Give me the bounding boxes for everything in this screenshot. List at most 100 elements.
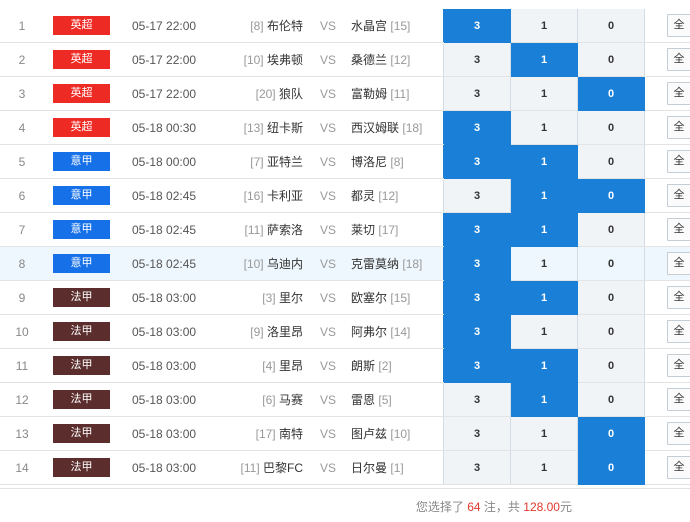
- league-cell: 意甲: [44, 179, 120, 213]
- select-all-button[interactable]: 全: [667, 14, 690, 37]
- odd-win-button[interactable]: 3: [444, 315, 511, 349]
- odd-draw-button[interactable]: 1: [511, 383, 578, 417]
- select-all-cell: 全: [645, 281, 690, 315]
- select-all-button[interactable]: 全: [667, 388, 690, 411]
- select-all-button[interactable]: 全: [667, 320, 690, 343]
- match-table-body: 1英超05-17 22:00[8] 布伦特VS水晶宫 [15]310全2英超05…: [0, 9, 690, 485]
- away-team: 富勒姆: [351, 87, 387, 101]
- bet-count: 64: [467, 500, 480, 514]
- select-all-button[interactable]: 全: [667, 456, 690, 479]
- odd-draw-button[interactable]: 1: [511, 315, 578, 349]
- league-badge[interactable]: 英超: [53, 118, 110, 137]
- odd-lose-button[interactable]: 0: [578, 349, 645, 383]
- odd-win-button[interactable]: 3: [444, 111, 511, 145]
- selection-summary: 您选择了 64 注，共 128.00元: [416, 498, 572, 515]
- match-selection-panel: 1英超05-17 22:00[8] 布伦特VS水晶宫 [15]310全2英超05…: [0, 0, 690, 521]
- odd-win-button[interactable]: 3: [444, 145, 511, 179]
- odd-lose-button[interactable]: 0: [578, 281, 645, 315]
- odd-win-button[interactable]: 3: [444, 43, 511, 77]
- league-badge[interactable]: 意甲: [53, 186, 110, 205]
- away-rank: [14]: [390, 325, 410, 339]
- vs-label: VS: [311, 417, 345, 451]
- odd-lose-button[interactable]: 0: [578, 451, 645, 485]
- select-all-button[interactable]: 全: [667, 184, 690, 207]
- odd-win-button[interactable]: 3: [444, 247, 511, 281]
- odd-lose-button[interactable]: 0: [578, 43, 645, 77]
- home-team-cell: [8] 布伦特: [227, 9, 311, 43]
- odd-draw-button[interactable]: 1: [511, 349, 578, 383]
- vs-label: VS: [311, 111, 345, 145]
- select-all-button[interactable]: 全: [667, 116, 690, 139]
- summary-prefix: 您选择了: [416, 500, 464, 514]
- odd-win-button[interactable]: 3: [444, 349, 511, 383]
- odd-lose-button[interactable]: 0: [578, 213, 645, 247]
- odd-draw-button[interactable]: 1: [511, 77, 578, 111]
- select-all-button[interactable]: 全: [667, 252, 690, 275]
- league-badge[interactable]: 法甲: [53, 322, 110, 341]
- odd-draw-button[interactable]: 1: [511, 43, 578, 77]
- odd-draw-button[interactable]: 1: [511, 213, 578, 247]
- odd-lose-button[interactable]: 0: [578, 417, 645, 451]
- odd-draw-button[interactable]: 1: [511, 145, 578, 179]
- match-time: 05-17 22:00: [120, 43, 227, 77]
- away-team-cell: 图卢兹 [10]: [345, 417, 444, 451]
- odd-win-button[interactable]: 3: [444, 281, 511, 315]
- select-all-button[interactable]: 全: [667, 354, 690, 377]
- select-all-button[interactable]: 全: [667, 150, 690, 173]
- select-all-button[interactable]: 全: [667, 286, 690, 309]
- odd-lose-button[interactable]: 0: [578, 315, 645, 349]
- total-amount: 128.00: [523, 500, 560, 514]
- odd-win-button[interactable]: 3: [444, 451, 511, 485]
- match-time: 05-18 03:00: [120, 281, 227, 315]
- odd-lose-button[interactable]: 0: [578, 9, 645, 43]
- match-row: 9法甲05-18 03:00[3] 里尔VS欧塞尔 [15]310全: [0, 281, 690, 315]
- home-team-cell: [10] 埃弗顿: [227, 43, 311, 77]
- league-badge[interactable]: 英超: [53, 84, 110, 103]
- odd-draw-button[interactable]: 1: [511, 417, 578, 451]
- select-all-button[interactable]: 全: [667, 218, 690, 241]
- odd-win-button[interactable]: 3: [444, 77, 511, 111]
- league-cell: 意甲: [44, 213, 120, 247]
- away-team-cell: 朗斯 [2]: [345, 349, 444, 383]
- odd-win-button[interactable]: 3: [444, 9, 511, 43]
- league-badge[interactable]: 法甲: [53, 390, 110, 409]
- odd-lose-button[interactable]: 0: [578, 77, 645, 111]
- odd-win-button[interactable]: 3: [444, 179, 511, 213]
- home-team: 埃弗顿: [267, 53, 303, 67]
- away-team-cell: 都灵 [12]: [345, 179, 444, 213]
- league-badge[interactable]: 英超: [53, 16, 110, 35]
- league-badge[interactable]: 法甲: [53, 288, 110, 307]
- match-row: 11法甲05-18 03:00[4] 里昂VS朗斯 [2]310全: [0, 349, 690, 383]
- select-all-cell: 全: [645, 417, 690, 451]
- select-all-cell: 全: [645, 349, 690, 383]
- league-badge[interactable]: 法甲: [53, 458, 110, 477]
- odd-win-button[interactable]: 3: [444, 213, 511, 247]
- select-all-button[interactable]: 全: [667, 82, 690, 105]
- select-all-button[interactable]: 全: [667, 48, 690, 71]
- league-badge[interactable]: 意甲: [53, 220, 110, 239]
- odd-draw-button[interactable]: 1: [511, 247, 578, 281]
- odd-lose-button[interactable]: 0: [578, 111, 645, 145]
- odd-draw-button[interactable]: 1: [511, 111, 578, 145]
- league-badge[interactable]: 意甲: [53, 152, 110, 171]
- league-badge[interactable]: 法甲: [53, 356, 110, 375]
- odd-lose-button[interactable]: 0: [578, 179, 645, 213]
- league-badge[interactable]: 英超: [53, 50, 110, 69]
- league-badge[interactable]: 法甲: [53, 424, 110, 443]
- select-all-button[interactable]: 全: [667, 422, 690, 445]
- odd-draw-button[interactable]: 1: [511, 281, 578, 315]
- odd-draw-button[interactable]: 1: [511, 9, 578, 43]
- selection-footer: 您选择了 64 注，共 128.00元: [0, 488, 690, 522]
- league-badge[interactable]: 意甲: [53, 254, 110, 273]
- odd-win-button[interactable]: 3: [444, 417, 511, 451]
- odd-lose-button[interactable]: 0: [578, 145, 645, 179]
- odd-lose-button[interactable]: 0: [578, 383, 645, 417]
- odd-draw-button[interactable]: 1: [511, 451, 578, 485]
- odd-lose-button[interactable]: 0: [578, 247, 645, 281]
- odd-win-button[interactable]: 3: [444, 383, 511, 417]
- odd-draw-button[interactable]: 1: [511, 179, 578, 213]
- home-team-cell: [4] 里昂: [227, 349, 311, 383]
- league-cell: 法甲: [44, 383, 120, 417]
- home-rank: [13]: [244, 121, 264, 135]
- select-all-cell: 全: [645, 383, 690, 417]
